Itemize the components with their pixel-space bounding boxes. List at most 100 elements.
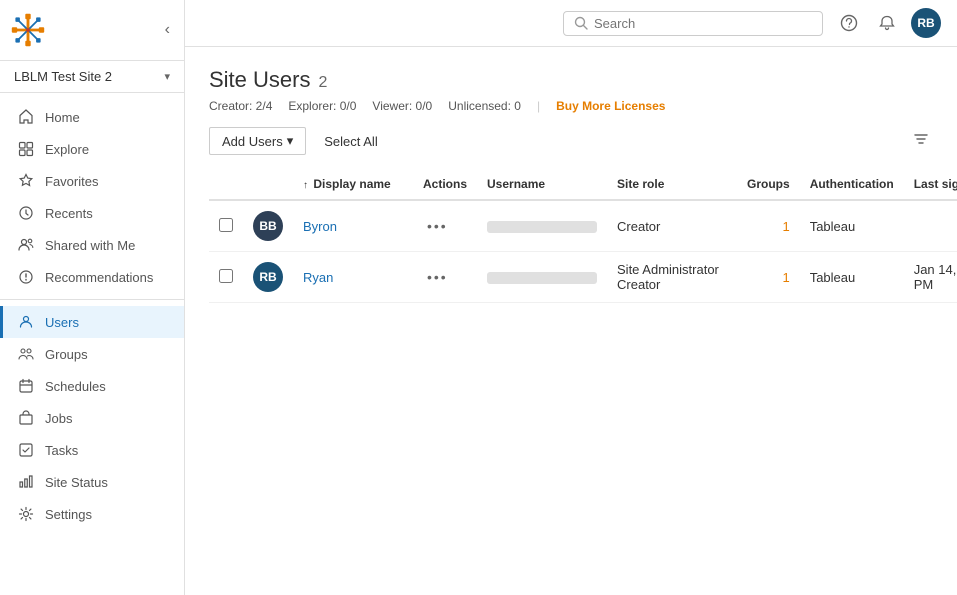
col-last-signed-in-header: Last signed in bbox=[904, 169, 957, 200]
sidebar-item-shared[interactable]: Shared with Me bbox=[0, 229, 184, 261]
user-name-link[interactable]: Ryan bbox=[303, 270, 333, 285]
settings-icon bbox=[17, 506, 35, 522]
row-actions-cell: ••• bbox=[413, 200, 477, 252]
filter-button[interactable] bbox=[909, 128, 933, 155]
sidebar-item-label: Settings bbox=[45, 507, 92, 522]
sidebar-item-label: Home bbox=[45, 110, 80, 125]
add-users-label: Add Users bbox=[222, 134, 283, 149]
col-groups-header: Groups bbox=[737, 169, 800, 200]
sidebar-item-users[interactable]: Users bbox=[0, 306, 184, 338]
bell-icon bbox=[878, 14, 896, 32]
add-users-button[interactable]: Add Users ▾ bbox=[209, 127, 306, 155]
row-last-signed-cell: Jan 14, 2021, 1:17 PM bbox=[904, 252, 957, 303]
row-actions-menu[interactable]: ••• bbox=[423, 216, 452, 236]
col-authentication-header: Authentication bbox=[800, 169, 904, 200]
row-name-cell: Ryan bbox=[293, 252, 413, 303]
row-checkbox-cell bbox=[209, 252, 243, 303]
search-input[interactable] bbox=[594, 16, 812, 31]
recommendations-icon bbox=[17, 269, 35, 285]
sidebar-item-explore[interactable]: Explore bbox=[0, 133, 184, 165]
sidebar-item-home[interactable]: Home bbox=[0, 101, 184, 133]
col-check-header bbox=[209, 169, 243, 200]
select-all-button[interactable]: Select All bbox=[316, 129, 385, 154]
sidebar-nav: Home Explore Favorites Recents bbox=[0, 93, 184, 595]
sidebar-item-label: Recommendations bbox=[45, 270, 153, 285]
sidebar: ‹ LBLM Test Site 2 ▾ Home Explore Favori… bbox=[0, 0, 185, 595]
sidebar-item-favorites[interactable]: Favorites bbox=[0, 165, 184, 197]
help-icon bbox=[840, 14, 858, 32]
site-selector[interactable]: LBLM Test Site 2 ▾ bbox=[0, 61, 184, 93]
page-user-count: 2 bbox=[318, 74, 327, 92]
sidebar-item-jobs[interactable]: Jobs bbox=[0, 402, 184, 434]
sidebar-item-groups[interactable]: Groups bbox=[0, 338, 184, 370]
sidebar-item-label: Groups bbox=[45, 347, 88, 362]
favorites-icon bbox=[17, 173, 35, 189]
sidebar-item-label: Site Status bbox=[45, 475, 108, 490]
sidebar-item-label: Explore bbox=[45, 142, 89, 157]
sidebar-item-schedules[interactable]: Schedules bbox=[0, 370, 184, 402]
user-name-link[interactable]: Byron bbox=[303, 219, 337, 234]
tableau-logo bbox=[10, 12, 46, 48]
home-icon bbox=[17, 109, 35, 125]
page-title: Site Users bbox=[209, 67, 310, 93]
col-display-name-header[interactable]: ↑ Display name bbox=[293, 169, 413, 200]
explore-icon bbox=[17, 141, 35, 157]
row-checkbox[interactable] bbox=[219, 269, 233, 283]
table-row: RB Ryan ••• Site Administrator Creator 1… bbox=[209, 252, 957, 303]
user-avatar[interactable]: RB bbox=[911, 8, 941, 38]
users-table-body: BB Byron ••• Creator 1 Tableau RB Ryan •… bbox=[209, 200, 957, 303]
sort-arrow-icon: ↑ bbox=[303, 180, 308, 191]
sidebar-item-label: Shared with Me bbox=[45, 238, 135, 253]
help-button[interactable] bbox=[835, 9, 863, 37]
sidebar-item-recommendations[interactable]: Recommendations bbox=[0, 261, 184, 293]
row-checkbox[interactable] bbox=[219, 218, 233, 232]
toolbar-left: Add Users ▾ Select All bbox=[209, 127, 386, 155]
row-avatar-cell: BB bbox=[243, 200, 293, 252]
shared-icon bbox=[17, 237, 35, 253]
col-actions-header: Actions bbox=[413, 169, 477, 200]
row-username-blurred bbox=[487, 221, 597, 233]
filter-icon bbox=[913, 132, 929, 148]
license-divider: | bbox=[537, 99, 540, 113]
search-box[interactable] bbox=[563, 11, 823, 36]
creator-license: Creator: 2/4 bbox=[209, 99, 272, 113]
row-groups-cell: 1 bbox=[737, 200, 800, 252]
row-username-blurred bbox=[487, 272, 597, 284]
site-name: LBLM Test Site 2 bbox=[14, 69, 112, 84]
sidebar-item-tasks[interactable]: Tasks bbox=[0, 434, 184, 466]
site-status-icon bbox=[17, 474, 35, 490]
buy-more-licenses-link[interactable]: Buy More Licenses bbox=[556, 99, 665, 113]
row-site-role-cell: Creator bbox=[607, 200, 737, 252]
sidebar-item-site-status[interactable]: Site Status bbox=[0, 466, 184, 498]
nav-divider bbox=[0, 299, 184, 300]
row-site-role-cell: Site Administrator Creator bbox=[607, 252, 737, 303]
user-avatar-initials: BB bbox=[253, 211, 283, 241]
row-username-cell bbox=[477, 200, 607, 252]
unlicensed-license: Unlicensed: 0 bbox=[448, 99, 521, 113]
sidebar-item-recents[interactable]: Recents bbox=[0, 197, 184, 229]
row-name-cell: Byron bbox=[293, 200, 413, 252]
sidebar-item-label: Jobs bbox=[45, 411, 72, 426]
row-last-signed-cell bbox=[904, 200, 957, 252]
row-auth-cell: Tableau bbox=[800, 252, 904, 303]
page-content: Site Users 2 Creator: 2/4 Explorer: 0/0 … bbox=[185, 47, 957, 595]
row-auth-cell: Tableau bbox=[800, 200, 904, 252]
explorer-license: Explorer: 0/0 bbox=[288, 99, 356, 113]
row-actions-menu[interactable]: ••• bbox=[423, 267, 452, 287]
sidebar-collapse-button[interactable]: ‹ bbox=[161, 17, 174, 43]
recents-icon bbox=[17, 205, 35, 221]
users-icon bbox=[17, 314, 35, 330]
tasks-icon bbox=[17, 442, 35, 458]
sidebar-item-label: Users bbox=[45, 315, 79, 330]
row-groups-count: 1 bbox=[782, 219, 789, 234]
notifications-button[interactable] bbox=[873, 9, 901, 37]
sidebar-item-label: Favorites bbox=[45, 174, 98, 189]
sidebar-item-settings[interactable]: Settings bbox=[0, 498, 184, 530]
col-avatar-header bbox=[243, 169, 293, 200]
table-header-row: ↑ Display name Actions Username Site rol… bbox=[209, 169, 957, 200]
sidebar-item-label: Tasks bbox=[45, 443, 78, 458]
topbar-icons: RB bbox=[835, 8, 941, 38]
sidebar-item-label: Schedules bbox=[45, 379, 106, 394]
row-actions-cell: ••• bbox=[413, 252, 477, 303]
table-row: BB Byron ••• Creator 1 Tableau bbox=[209, 200, 957, 252]
